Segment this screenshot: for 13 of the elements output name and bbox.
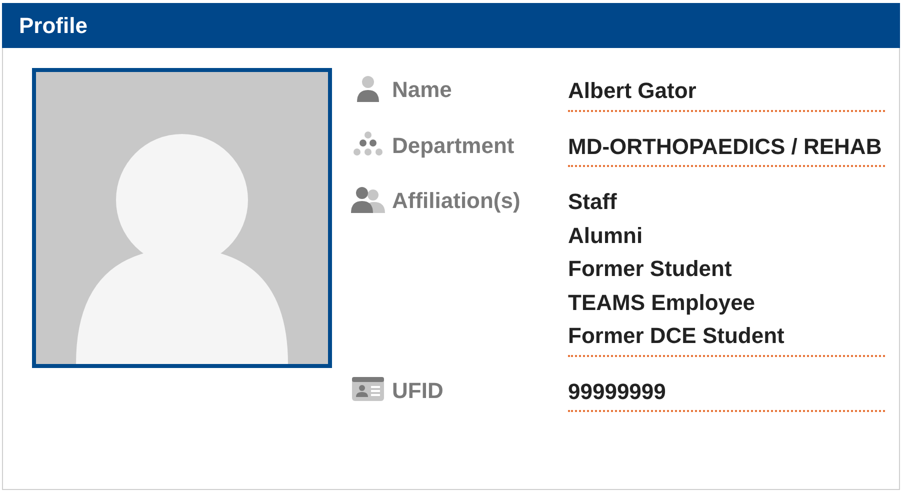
people-icon (350, 186, 386, 214)
person-icon (355, 75, 381, 103)
field-value: MD-ORTHOPAEDICS / REHAB (568, 130, 885, 167)
field-value: Albert Gator (568, 74, 885, 112)
field-label: Name (392, 76, 452, 104)
header-title: Profile (19, 12, 88, 40)
field-value: Staff Alumni Former Student TEAMS Employee Former DCE Student (568, 185, 885, 356)
field-label: Department (392, 132, 514, 160)
field-label: UFID (392, 376, 444, 404)
field-value: 99999999 (568, 374, 885, 412)
field-label: Affiliation(s) (392, 187, 520, 215)
group-icon (352, 130, 384, 156)
id-card-icon (351, 376, 385, 402)
